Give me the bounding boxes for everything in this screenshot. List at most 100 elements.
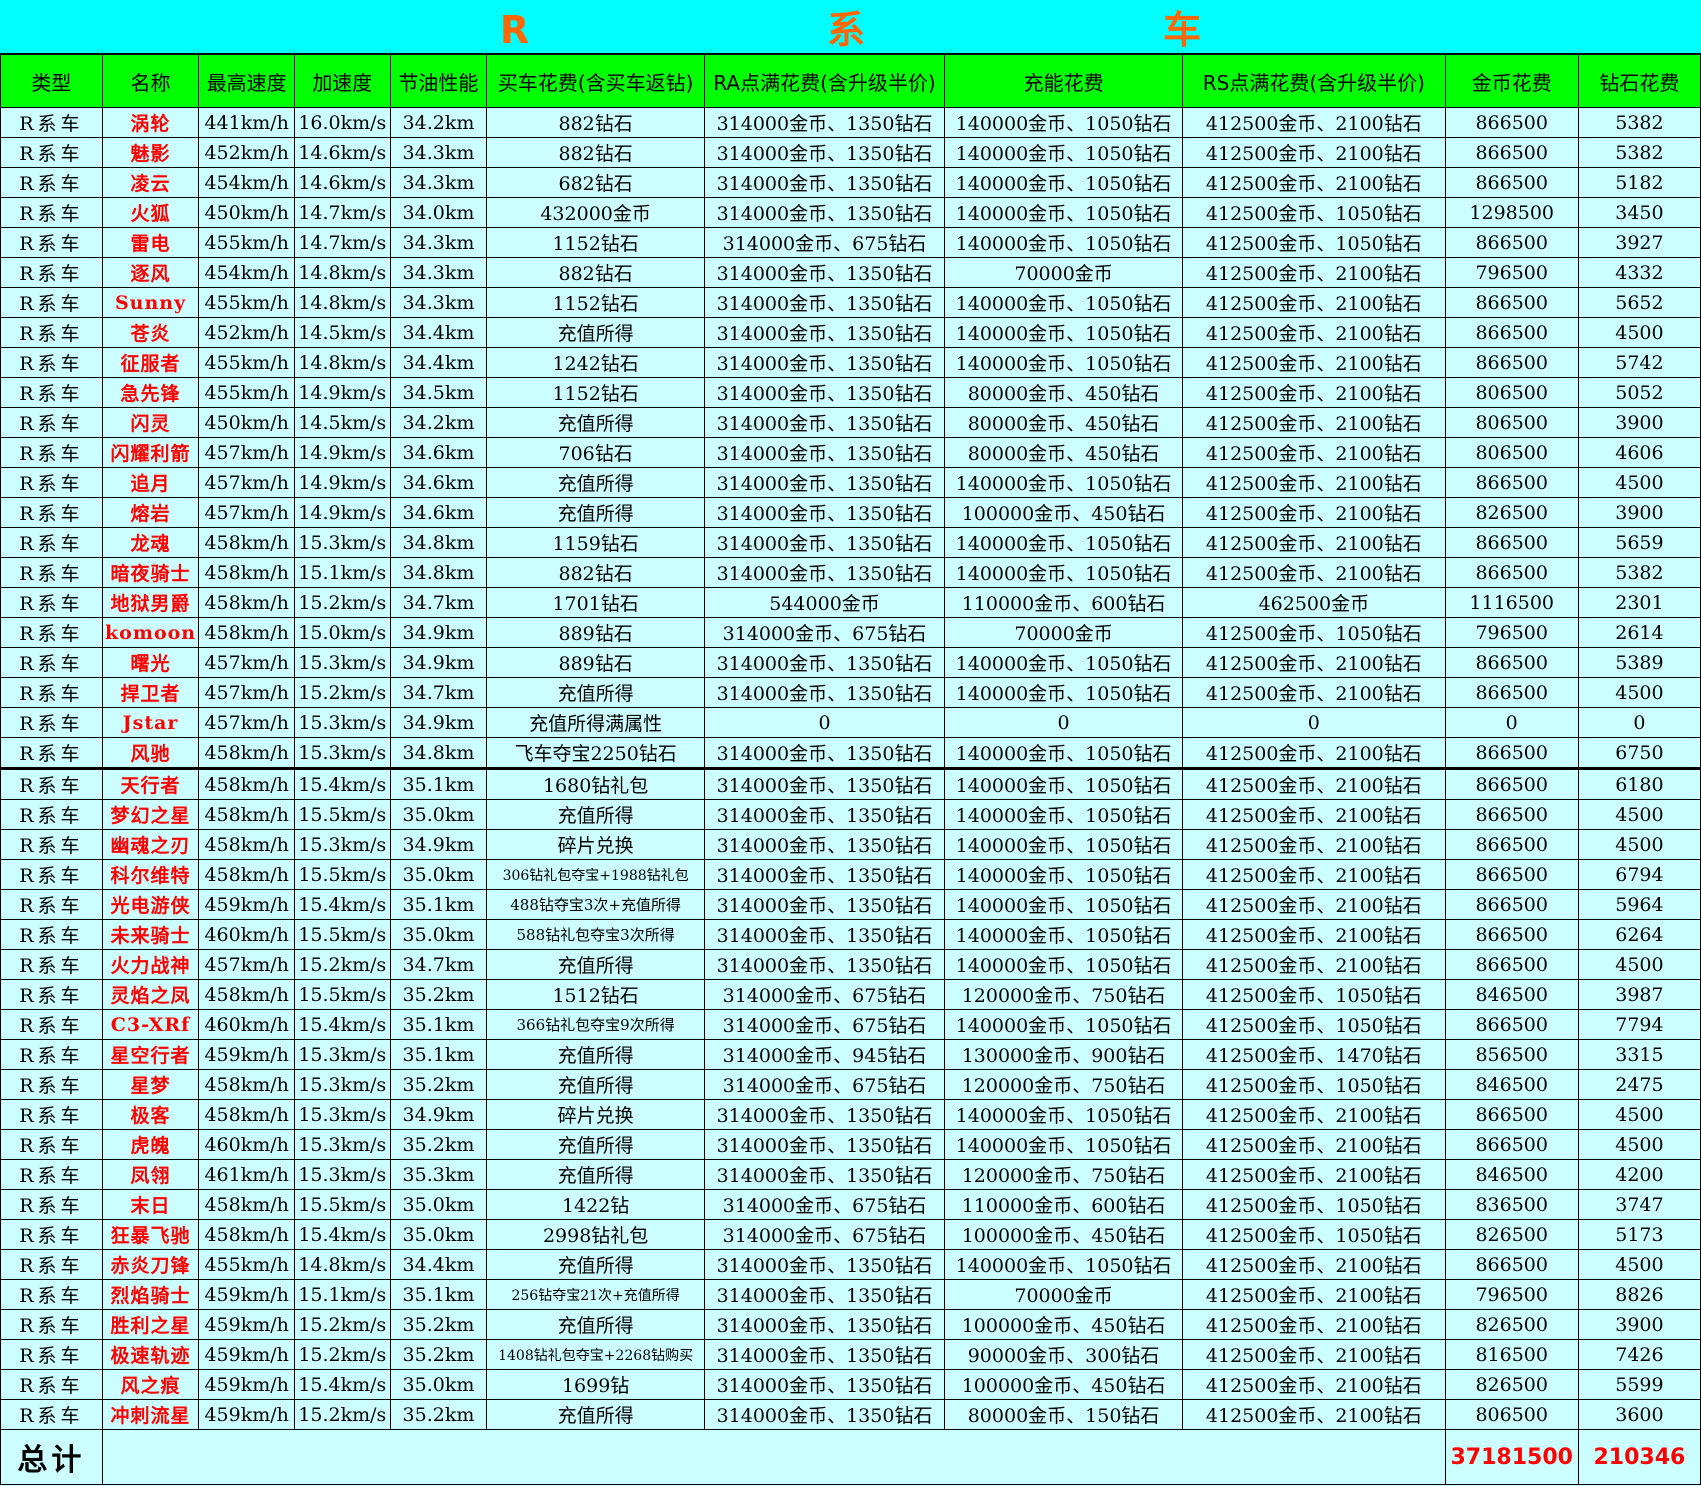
cell-ra[interactable]: 314000金币、1350钻石	[703, 527, 946, 558]
cell-fuel[interactable]: 35.1km	[389, 889, 488, 920]
cell-rs[interactable]: 412500金币、2100钻石	[1182, 347, 1446, 378]
cell-fuel[interactable]: 34.6km	[389, 497, 488, 528]
cell-diamond[interactable]: 5382	[1577, 107, 1701, 138]
cell-gold[interactable]: 836500	[1444, 1189, 1579, 1220]
cell-ra[interactable]: 314000金币、1350钻石	[703, 407, 946, 438]
cell-speed[interactable]: 454km/h	[198, 167, 295, 198]
cell-type[interactable]: R系车	[0, 1369, 103, 1400]
cell-name[interactable]: 闪灵	[101, 407, 200, 438]
cell-fuel[interactable]: 35.2km	[389, 1129, 488, 1160]
cell-type[interactable]: R系车	[0, 347, 103, 378]
cell-type[interactable]: R系车	[0, 1069, 103, 1100]
cell-diamond[interactable]: 4500	[1577, 799, 1701, 830]
cell-fuel[interactable]: 35.3km	[389, 1159, 488, 1190]
cell-charge[interactable]: 140000金币、1050钻石	[944, 1129, 1184, 1160]
cell-gold[interactable]: 866500	[1444, 859, 1579, 890]
cell-rs[interactable]: 412500金币、2100钻石	[1182, 1279, 1446, 1310]
cell-name[interactable]: 征服者	[101, 347, 200, 378]
cell-speed[interactable]: 458km/h	[198, 799, 295, 830]
cell-buy[interactable]: 366钻礼包夺宝9次所得	[486, 1009, 705, 1040]
cell-ra[interactable]: 314000金币、945钻石	[703, 1039, 946, 1070]
cell-ra[interactable]: 314000金币、1350钻石	[703, 257, 946, 288]
cell-speed[interactable]: 459km/h	[198, 1309, 295, 1340]
cell-fuel[interactable]: 35.2km	[389, 1339, 488, 1370]
cell-name[interactable]: 虎魄	[101, 1129, 200, 1160]
cell-gold[interactable]: 816500	[1444, 1339, 1579, 1370]
cell-fuel[interactable]: 34.3km	[389, 287, 488, 318]
cell-gold[interactable]: 866500	[1444, 227, 1579, 258]
cell-rs[interactable]: 412500金币、2100钻石	[1182, 557, 1446, 588]
cell-name[interactable]: 光电游侠	[101, 889, 200, 920]
cell-fuel[interactable]: 35.1km	[389, 767, 488, 800]
cell-speed[interactable]: 459km/h	[198, 1339, 295, 1370]
cell-diamond[interactable]: 3600	[1577, 1399, 1701, 1430]
cell-rs[interactable]: 412500金币、2100钻石	[1182, 1249, 1446, 1280]
cell-diamond[interactable]: 3450	[1577, 197, 1701, 228]
cell-gold[interactable]: 866500	[1444, 317, 1579, 348]
cell-ra[interactable]: 314000金币、1350钻石	[703, 317, 946, 348]
cell-rs[interactable]: 462500金币	[1182, 587, 1446, 618]
cell-gold[interactable]: 826500	[1444, 497, 1579, 528]
cell-accel[interactable]: 14.7km/s	[294, 197, 391, 228]
cell-charge[interactable]: 140000金币、1050钻石	[944, 197, 1184, 228]
cell-speed[interactable]: 459km/h	[198, 1279, 295, 1310]
cell-charge[interactable]: 100000金币、450钻石	[944, 1219, 1184, 1250]
cell-fuel[interactable]: 34.6km	[389, 437, 488, 468]
cell-buy[interactable]: 2998钻礼包	[486, 1219, 705, 1250]
cell-name[interactable]: 风驰	[101, 737, 200, 769]
cell-ra[interactable]: 314000金币、1350钻石	[703, 557, 946, 588]
cell-accel[interactable]: 15.1km/s	[294, 557, 391, 588]
cell-rs[interactable]: 412500金币、2100钻石	[1182, 737, 1446, 769]
cell-buy[interactable]: 飞车夺宝2250钻石	[486, 737, 705, 769]
cell-buy[interactable]: 882钻石	[486, 137, 705, 168]
cell-type[interactable]: R系车	[0, 317, 103, 348]
cell-charge[interactable]: 70000金币	[944, 257, 1184, 288]
cell-rs[interactable]: 412500金币、2100钻石	[1182, 437, 1446, 468]
cell-fuel[interactable]: 34.8km	[389, 557, 488, 588]
cell-rs[interactable]: 412500金币、1050钻石	[1182, 1219, 1446, 1250]
cell-ra[interactable]: 314000金币、1350钻石	[703, 1129, 946, 1160]
cell-diamond[interactable]: 6264	[1577, 919, 1701, 950]
cell-gold[interactable]: 866500	[1444, 1249, 1579, 1280]
cell-gold[interactable]: 866500	[1444, 1099, 1579, 1130]
cell-ra[interactable]: 314000金币、1350钻石	[703, 859, 946, 890]
cell-diamond[interactable]: 5659	[1577, 527, 1701, 558]
cell-gold[interactable]: 866500	[1444, 1009, 1579, 1040]
column-header-gold[interactable]: 金币花费	[1444, 54, 1579, 108]
cell-speed[interactable]: 455km/h	[198, 287, 295, 318]
cell-gold[interactable]: 806500	[1444, 437, 1579, 468]
cell-diamond[interactable]: 5742	[1577, 347, 1701, 378]
cell-speed[interactable]: 459km/h	[198, 1369, 295, 1400]
cell-buy[interactable]: 306钻礼包夺宝+1988钻礼包	[486, 859, 705, 890]
cell-diamond[interactable]: 6180	[1577, 767, 1701, 800]
column-header-fuel[interactable]: 节油性能	[389, 54, 488, 108]
cell-fuel[interactable]: 34.8km	[389, 527, 488, 558]
cell-ra[interactable]: 314000金币、675钻石	[703, 979, 946, 1010]
cell-charge[interactable]: 140000金币、1050钻石	[944, 767, 1184, 800]
cell-accel[interactable]: 14.9km/s	[294, 437, 391, 468]
cell-speed[interactable]: 458km/h	[198, 1189, 295, 1220]
cell-buy[interactable]: 1408钻礼包夺宝+2268钻购买	[486, 1339, 705, 1370]
cell-gold[interactable]: 826500	[1444, 1369, 1579, 1400]
cell-rs[interactable]: 412500金币、2100钻石	[1182, 167, 1446, 198]
cell-gold[interactable]: 866500	[1444, 557, 1579, 588]
cell-buy[interactable]: 432000金币	[486, 197, 705, 228]
cell-fuel[interactable]: 35.0km	[389, 859, 488, 890]
cell-rs[interactable]: 412500金币、2100钻石	[1182, 1309, 1446, 1340]
cell-fuel[interactable]: 34.9km	[389, 1099, 488, 1130]
cell-diamond[interactable]: 3900	[1577, 407, 1701, 438]
cell-accel[interactable]: 14.5km/s	[294, 317, 391, 348]
cell-type[interactable]: R系车	[0, 467, 103, 498]
cell-rs[interactable]: 412500金币、2100钻石	[1182, 889, 1446, 920]
cell-rs[interactable]: 412500金币、2100钻石	[1182, 1369, 1446, 1400]
cell-charge[interactable]: 0	[944, 707, 1184, 738]
cell-fuel[interactable]: 34.4km	[389, 317, 488, 348]
cell-ra[interactable]: 314000金币、1350钻石	[703, 1369, 946, 1400]
cell-ra[interactable]: 314000金币、1350钻石	[703, 829, 946, 860]
cell-gold[interactable]: 796500	[1444, 257, 1579, 288]
cell-buy[interactable]: 充值所得	[486, 799, 705, 830]
cell-speed[interactable]: 457km/h	[198, 707, 295, 738]
cell-diamond[interactable]: 4500	[1577, 1249, 1701, 1280]
cell-rs[interactable]: 412500金币、2100钻石	[1182, 1129, 1446, 1160]
cell-type[interactable]: R系车	[0, 1249, 103, 1280]
